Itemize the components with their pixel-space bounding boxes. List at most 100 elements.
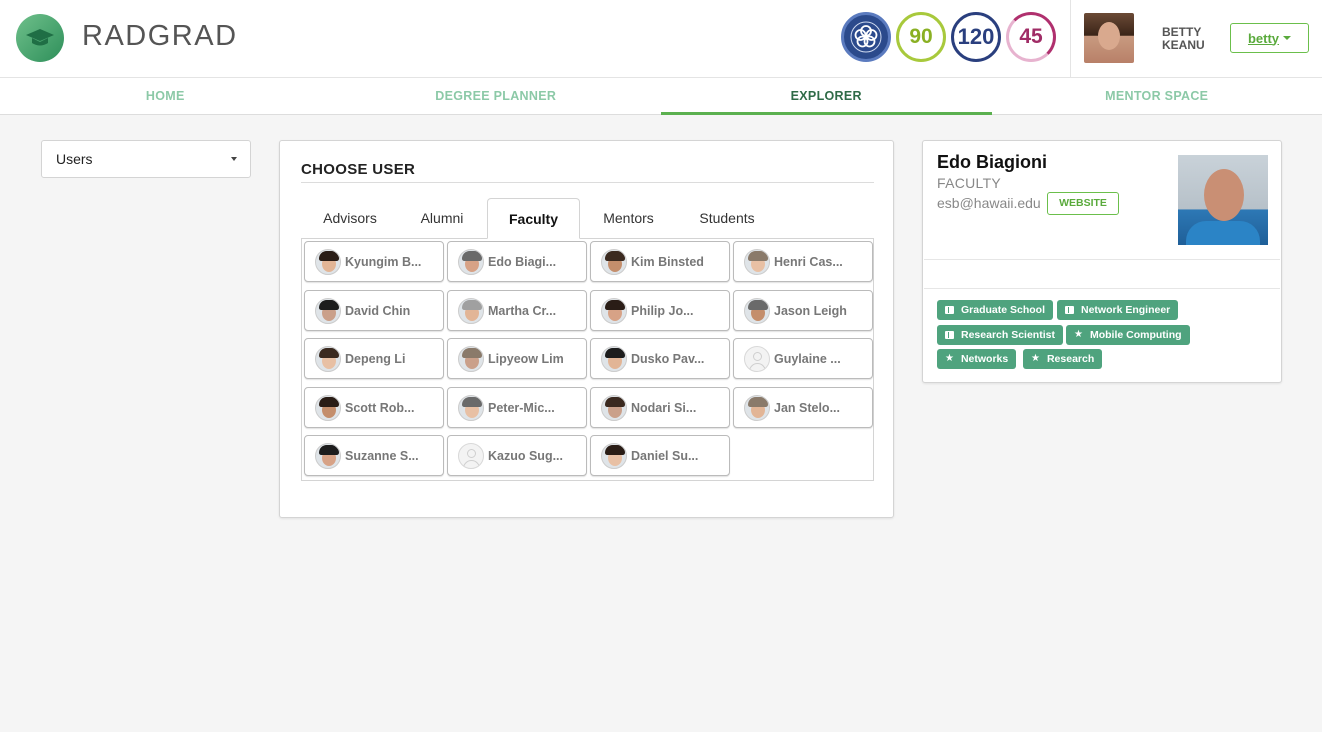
user-avatar: [601, 442, 627, 469]
ice-flower-icon[interactable]: [841, 12, 891, 62]
default-user-icon: [744, 345, 770, 372]
user-avatar: [315, 442, 341, 469]
user-card-name: Kyungim B...: [345, 254, 422, 269]
user-role-tabs: Advisors Alumni Faculty Mentors Students: [301, 198, 874, 239]
user-card-name: Scott Rob...: [345, 400, 415, 415]
user-avatar: [458, 345, 484, 372]
user-card[interactable]: Guylaine ...: [733, 338, 873, 379]
chevron-down-icon: [1283, 36, 1292, 40]
header-divider: [1070, 0, 1071, 78]
tag-network-engineer[interactable]: Network Engineer: [1057, 300, 1179, 320]
user-card-name: Jan Stelo...: [774, 400, 840, 415]
user-avatar: [601, 345, 627, 372]
user-full-name: BETTY KEANU: [1162, 26, 1205, 52]
user-card[interactable]: Kazuo Sug...: [447, 435, 587, 476]
tag-graduate-school[interactable]: Graduate School: [937, 300, 1054, 320]
experience-score: 45: [1019, 25, 1043, 48]
user-profile-card: Edo Biagioni FACULTY esb@hawaii.edu WEBS…: [922, 140, 1282, 383]
user-card[interactable]: Lipyeow Lim: [447, 338, 587, 379]
user-card[interactable]: Dusko Pav...: [590, 338, 730, 379]
user-card[interactable]: Scott Rob...: [304, 387, 444, 428]
user-card[interactable]: Depeng Li: [304, 338, 444, 379]
user-card-name: Kim Binsted: [631, 254, 704, 269]
user-avatar: [458, 394, 484, 421]
innovation-score: 90: [909, 25, 933, 48]
user-card[interactable]: Martha Cr...: [447, 290, 587, 331]
user-card[interactable]: Nodari Si...: [590, 387, 730, 428]
user-card-name: Henri Cas...: [774, 254, 843, 269]
choose-user-title: CHOOSE USER: [301, 161, 416, 178]
user-avatar: [458, 248, 484, 275]
innovation-score-badge[interactable]: 90: [896, 12, 946, 62]
user-avatar: [315, 394, 341, 421]
briefcase-icon: [1065, 306, 1074, 314]
experience-score-badge[interactable]: 45: [1006, 12, 1056, 62]
user-last-name: KEANU: [1162, 38, 1205, 52]
user-card-name: David Chin: [345, 303, 411, 318]
explorer-type-dropdown[interactable]: Users: [41, 140, 251, 178]
tab-mentors[interactable]: Mentors: [582, 198, 675, 239]
profile-photo: [1178, 155, 1268, 245]
nav-explorer[interactable]: EXPLORER: [661, 78, 992, 115]
profile-divider-top: [924, 259, 1280, 260]
briefcase-icon: [945, 331, 954, 339]
user-card-name: Jason Leigh: [774, 303, 847, 318]
user-menu-button[interactable]: betty: [1230, 23, 1309, 53]
radgrad-logo-icon[interactable]: [16, 14, 64, 62]
user-card[interactable]: Daniel Su...: [590, 435, 730, 476]
star-icon: ★: [945, 353, 954, 364]
user-card[interactable]: Peter-Mic...: [447, 387, 587, 428]
star-icon: ★: [1031, 353, 1040, 364]
nav-degree-planner[interactable]: DEGREE PLANNER: [331, 78, 662, 114]
user-card-name: Peter-Mic...: [488, 400, 555, 415]
user-card[interactable]: Kim Binsted: [590, 241, 730, 282]
profile-role: FACULTY: [937, 175, 1002, 191]
choose-user-panel: CHOOSE USER Advisors Alumni Faculty Ment…: [279, 140, 894, 518]
tag-mobile-computing[interactable]: ★ Mobile Computing: [1066, 325, 1190, 345]
profile-email: esb@hawaii.edu: [937, 195, 1041, 211]
user-avatar: [744, 394, 770, 421]
user-card-name: Dusko Pav...: [631, 351, 705, 366]
profile-name: Edo Biagioni: [937, 152, 1047, 172]
user-avatar: [744, 248, 770, 275]
user-card-name: Suzanne S...: [345, 448, 419, 463]
tag-research-scientist[interactable]: Research Scientist: [937, 325, 1063, 345]
tab-advisors[interactable]: Advisors: [303, 198, 397, 239]
briefcase-icon: [945, 306, 954, 314]
user-card-name: Guylaine ...: [774, 351, 841, 366]
user-card[interactable]: Henri Cas...: [733, 241, 873, 282]
brand-name-light: RAD: [82, 20, 148, 52]
user-card[interactable]: Jason Leigh: [733, 290, 873, 331]
tab-alumni[interactable]: Alumni: [397, 198, 487, 239]
user-card[interactable]: Kyungim B...: [304, 241, 444, 282]
tag-networks[interactable]: ★ Networks: [937, 349, 1017, 369]
competency-score-badge[interactable]: 120: [951, 12, 1001, 62]
default-user-icon: [458, 442, 484, 469]
tag-label: Research: [1046, 353, 1095, 365]
user-card[interactable]: Philip Jo...: [590, 290, 730, 331]
brand-name[interactable]: RADGRAD: [82, 20, 238, 53]
nav-mentor-space[interactable]: MENTOR SPACE: [992, 78, 1322, 114]
user-card[interactable]: David Chin: [304, 290, 444, 331]
main-nav: HOME DEGREE PLANNER EXPLORER MENTOR SPAC…: [0, 78, 1322, 115]
user-avatar: [601, 394, 627, 421]
tag-label: Graduate School: [961, 304, 1046, 316]
user-avatar: [744, 297, 770, 324]
nav-home[interactable]: HOME: [0, 78, 331, 114]
dropdown-caret-icon: [231, 157, 237, 161]
user-card-name: Nodari Si...: [631, 400, 697, 415]
star-icon: ★: [1074, 329, 1083, 340]
tab-faculty[interactable]: Faculty: [487, 198, 580, 239]
title-divider: [301, 182, 874, 183]
user-avatar: [1084, 13, 1134, 63]
user-card[interactable]: Jan Stelo...: [733, 387, 873, 428]
explorer-type-value: Users: [56, 151, 93, 167]
user-avatar: [315, 248, 341, 275]
profile-divider-bottom: [924, 288, 1280, 289]
tab-students[interactable]: Students: [676, 198, 778, 239]
user-card[interactable]: Suzanne S...: [304, 435, 444, 476]
user-card[interactable]: Edo Biagi...: [447, 241, 587, 282]
tag-research[interactable]: ★ Research: [1023, 349, 1103, 369]
website-button[interactable]: WEBSITE: [1047, 192, 1119, 215]
user-card-name: Daniel Su...: [631, 448, 699, 463]
